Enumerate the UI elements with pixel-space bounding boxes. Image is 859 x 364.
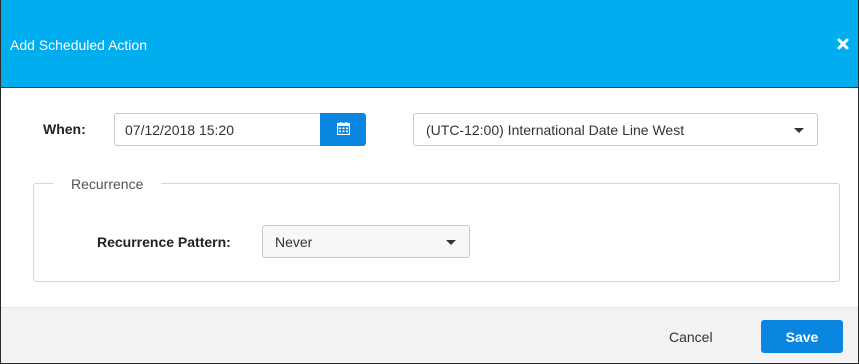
calendar-button[interactable] — [320, 113, 366, 146]
recurrence-pattern-select[interactable]: Never — [262, 225, 470, 258]
when-label: When: — [43, 121, 86, 137]
dialog-footer: Cancel Save — [1, 307, 858, 363]
recurrence-pattern-label: Recurrence Pattern: — [97, 234, 231, 250]
datetime-input[interactable] — [114, 113, 321, 146]
dialog-title: Add Scheduled Action — [10, 37, 147, 53]
timezone-value: (UTC-12:00) International Date Line West — [426, 122, 685, 138]
chevron-down-icon — [446, 240, 456, 245]
timezone-select[interactable]: (UTC-12:00) International Date Line West — [413, 113, 818, 146]
recurrence-legend: Recurrence — [53, 176, 162, 192]
close-icon[interactable] — [836, 37, 850, 51]
recurrence-pattern-value: Never — [275, 234, 313, 250]
cancel-button[interactable]: Cancel — [669, 328, 713, 346]
add-scheduled-action-dialog: Add Scheduled Action When: (UT — [0, 0, 859, 364]
chevron-down-icon — [794, 128, 804, 133]
save-button[interactable]: Save — [761, 320, 843, 353]
dialog-header: Add Scheduled Action — [1, 0, 858, 88]
calendar-icon — [336, 121, 350, 138]
